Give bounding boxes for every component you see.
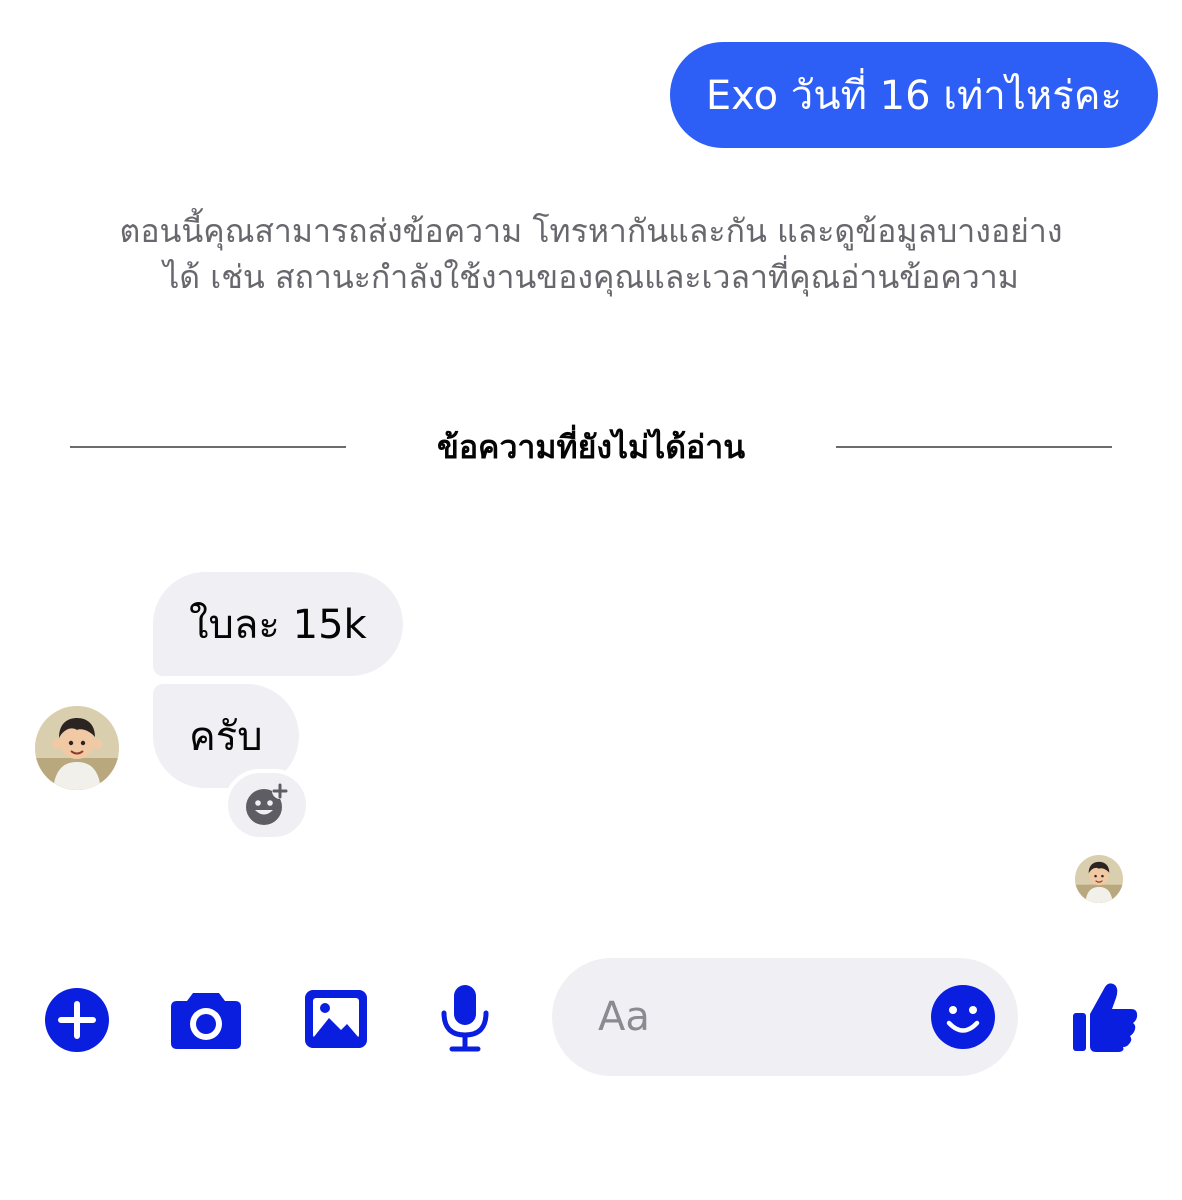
add-reaction-button[interactable] (224, 769, 310, 841)
divider-line-right (836, 446, 1112, 448)
incoming-message-text: ครับ (189, 714, 263, 760)
microphone-icon (441, 985, 489, 1052)
plus-button[interactable] (42, 985, 112, 1055)
add-reaction-icon (246, 783, 288, 825)
outgoing-message-bubble[interactable]: Exo วันที่ 16 เท่าไหร่คะ (669, 42, 1158, 148)
system-notice-line: ตอนนี้คุณสามารถส่งข้อความ โทรหากันและกัน… (119, 212, 1063, 250)
microphone-button[interactable] (436, 982, 494, 1054)
incoming-message-bubble[interactable]: ใบละ 15k (153, 572, 403, 676)
unread-divider-label: ข้อความที่ยังไม่ได้อ่าน (436, 427, 746, 466)
image-icon (305, 990, 367, 1048)
gallery-button[interactable] (302, 986, 370, 1052)
seen-receipt-avatar (1075, 855, 1123, 903)
camera-icon (171, 993, 241, 1049)
plus-icon (45, 988, 109, 1052)
message-input[interactable] (598, 958, 938, 1076)
system-notice-line: ได้ เช่น สถานะกำลังใช้งานของคุณและเวลาที… (163, 258, 1019, 296)
camera-button[interactable] (168, 988, 244, 1052)
emoji-icon (931, 985, 995, 1049)
seen-avatar-image (1075, 855, 1123, 903)
avatar-image (35, 706, 119, 790)
incoming-message-text: ใบละ 15k (189, 602, 367, 648)
thumbs-up-icon (1073, 983, 1138, 1052)
divider-line-left (70, 446, 346, 448)
system-notice: ตอนนี้คุณสามารถส่งข้อความ โทรหากันและกัน… (40, 208, 1142, 300)
sender-avatar[interactable] (35, 706, 119, 790)
like-button[interactable] (1070, 980, 1140, 1054)
unread-divider: ข้อความที่ยังไม่ได้อ่าน (70, 420, 1112, 474)
outgoing-message-text: Exo วันที่ 16 เท่าไหร่คะ (705, 73, 1122, 119)
emoji-button[interactable] (930, 984, 996, 1050)
message-input-container[interactable] (552, 958, 1018, 1076)
